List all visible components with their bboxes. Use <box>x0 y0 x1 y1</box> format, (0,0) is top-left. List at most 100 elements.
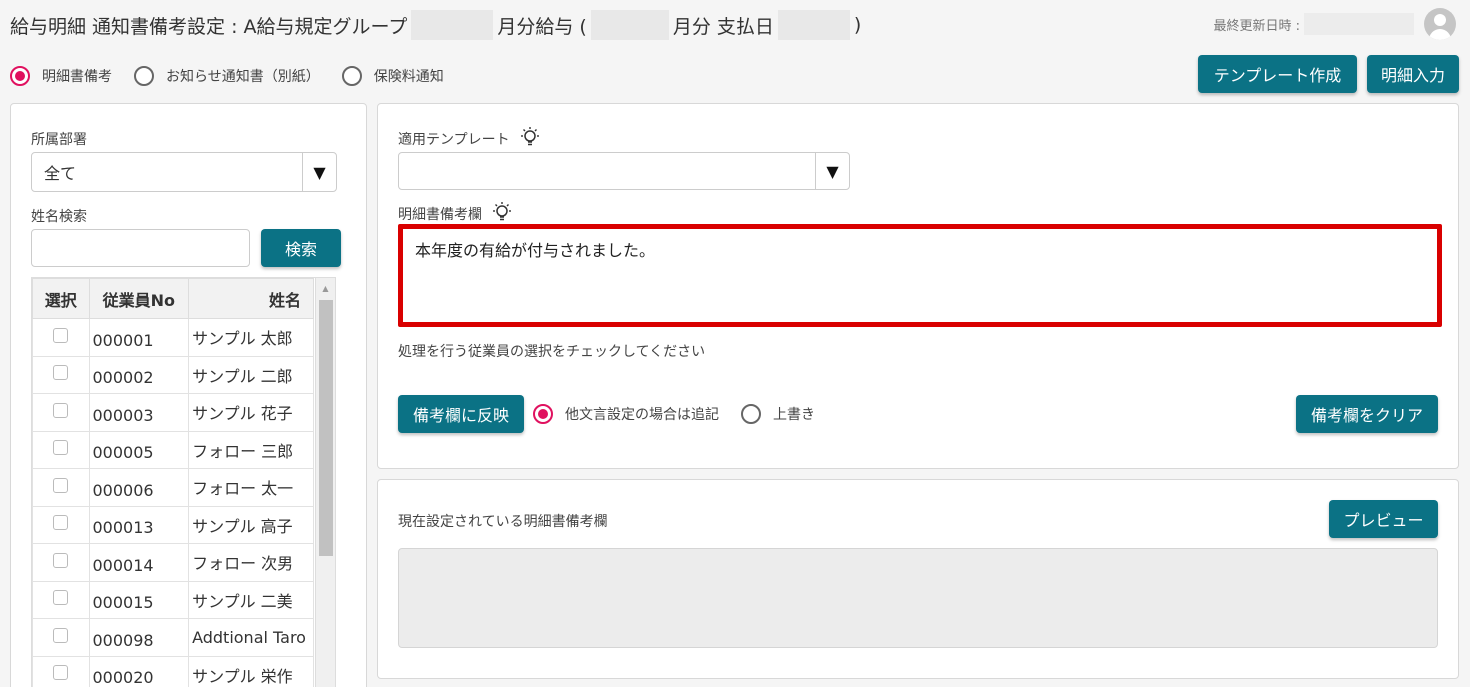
remarks-panel: 適用テンプレート ▼ 明細書備考欄 本年度の有給が付与されました。 処理を行う従… <box>377 103 1459 469</box>
row-select-cell <box>32 505 90 544</box>
mode-option-label: お知らせ通知書（別紙） <box>166 69 320 85</box>
table-scrollbar[interactable]: ▲ <box>315 278 335 687</box>
employee-name-cell: サンプル 二郎 <box>188 355 314 394</box>
employee-name-cell: サンプル 二美 <box>188 580 314 619</box>
scroll-up-icon[interactable]: ▲ <box>316 278 335 298</box>
table-row[interactable]: 000015 サンプル 二美 <box>32 580 314 619</box>
table-row[interactable]: 000013 サンプル 高子 <box>32 505 314 544</box>
employee-name-cell: サンプル 栄作 <box>188 655 314 687</box>
radio-icon[interactable] <box>533 404 553 424</box>
remarks-label-wrap: 明細書備考欄 <box>398 201 514 224</box>
table-row[interactable]: 000014 フォロー 次男 <box>32 543 314 582</box>
employee-name-cell: フォロー 次男 <box>188 543 314 582</box>
employee-no-cell: 000013 <box>88 505 190 544</box>
chevron-down-icon[interactable]: ▼ <box>815 153 849 189</box>
chevron-down-icon[interactable]: ▼ <box>302 153 336 191</box>
row-checkbox[interactable] <box>53 440 69 456</box>
employee-panel: 所属部署 全て ▼ 姓名検索 検索 選択 従業員No 姓名 000001 サンプル… <box>10 103 367 687</box>
employee-no-cell: 000002 <box>88 355 190 394</box>
template-create-button[interactable]: テンプレート作成 <box>1198 55 1357 93</box>
table-row[interactable]: 000020 サンプル 栄作 <box>32 655 314 687</box>
table-header-row: 選択 従業員No 姓名 <box>32 278 314 319</box>
redacted-year <box>411 10 494 40</box>
last-updated-label: 最終更新日時 : <box>1213 18 1300 34</box>
scrollbar-thumb[interactable] <box>319 300 333 556</box>
employee-name-cell: フォロー 三郎 <box>188 430 314 469</box>
current-remarks-panel: 現在設定されている明細書備考欄 プレビュー <box>377 479 1459 679</box>
employee-no-cell: 000005 <box>88 430 190 469</box>
remarks-text: 本年度の有給が付与されました。 <box>415 241 656 260</box>
mode-option-label: 明細書備考 <box>42 69 112 85</box>
employee-name-cell: サンプル 高子 <box>188 505 314 544</box>
row-select-cell <box>32 393 90 432</box>
redacted-month <box>590 10 669 40</box>
title-paren-month: 月分 支払日 <box>672 15 774 38</box>
employee-name-cell: フォロー 太一 <box>188 468 314 507</box>
row-select-cell <box>32 543 90 582</box>
page-title: 給与明細 通知書備考設定 : A給与規定グループ 月分給与 ( 月分 支払日 ) <box>10 8 861 42</box>
row-checkbox[interactable] <box>53 552 69 568</box>
detail-input-button[interactable]: 明細入力 <box>1367 55 1459 93</box>
title-close: ) <box>853 14 862 36</box>
apply-mode-radio-group: 他文言設定の場合は追記 上書き <box>533 404 837 424</box>
row-select-cell <box>32 468 90 507</box>
table-row[interactable]: 000006 フォロー 太一 <box>32 468 314 507</box>
employee-no-cell: 000003 <box>88 393 190 432</box>
last-updated: 最終更新日時 : <box>1213 8 1456 40</box>
instruction-text: 処理を行う従業員の選択をチェックしてください <box>398 344 706 360</box>
redacted-paydate <box>777 10 850 40</box>
apply-remarks-button[interactable]: 備考欄に反映 <box>398 395 524 433</box>
row-select-cell <box>32 318 90 357</box>
preview-button[interactable]: プレビュー <box>1329 500 1438 538</box>
radio-icon[interactable] <box>10 66 30 86</box>
employee-name-cell: サンプル 花子 <box>188 393 314 432</box>
mode-option-insurance[interactable]: 保険料通知 <box>341 66 444 86</box>
employee-no-cell: 000014 <box>88 543 190 582</box>
apply-option-append[interactable]: 他文言設定の場合は追記 <box>533 404 719 424</box>
apply-option-label: 他文言設定の場合は追記 <box>565 407 719 423</box>
row-checkbox[interactable] <box>53 627 69 643</box>
dept-select[interactable]: 全て ▼ <box>31 152 337 192</box>
current-remarks-label: 現在設定されている明細書備考欄 <box>398 514 608 530</box>
employee-table-body: 000001 サンプル 太郎 000002 サンプル 二郎 000003 サンプル 花子 0… <box>32 318 314 687</box>
row-checkbox[interactable] <box>53 365 69 381</box>
lightbulb-icon[interactable] <box>518 126 542 148</box>
row-checkbox[interactable] <box>53 665 69 681</box>
employee-no-cell: 000098 <box>88 618 190 657</box>
table-row[interactable]: 000005 フォロー 三郎 <box>32 430 314 469</box>
radio-icon[interactable] <box>741 404 761 424</box>
column-employee-no[interactable]: 従業員No <box>88 278 190 319</box>
row-checkbox[interactable] <box>53 515 69 531</box>
row-checkbox[interactable] <box>53 327 69 343</box>
table-row[interactable]: 000098 Addtional Taro <box>32 618 314 657</box>
template-select[interactable]: ▼ <box>398 152 850 190</box>
template-label-wrap: 適用テンプレート <box>398 126 542 149</box>
row-select-cell <box>32 618 90 657</box>
apply-option-overwrite[interactable]: 上書き <box>741 404 815 424</box>
row-checkbox[interactable] <box>53 402 69 418</box>
title-prefix: 給与明細 通知書備考設定 : A給与規定グループ <box>10 15 408 38</box>
employee-name-cell: サンプル 太郎 <box>188 318 314 357</box>
search-button[interactable]: 検索 <box>261 229 341 267</box>
user-avatar-icon[interactable] <box>1424 8 1456 40</box>
mode-option-label: 保険料通知 <box>373 69 444 85</box>
radio-icon[interactable] <box>134 66 154 86</box>
employee-no-cell: 000020 <box>88 655 190 687</box>
column-select[interactable]: 選択 <box>32 278 90 319</box>
lightbulb-icon[interactable] <box>490 201 514 223</box>
employee-no-cell: 000001 <box>88 318 190 357</box>
mode-option-remarks[interactable]: 明細書備考 <box>10 66 112 86</box>
table-row[interactable]: 000003 サンプル 花子 <box>32 393 314 432</box>
table-row[interactable]: 000001 サンプル 太郎 <box>32 318 314 357</box>
remarks-textarea[interactable]: 本年度の有給が付与されました。 <box>398 224 1442 327</box>
name-search-input[interactable] <box>31 229 250 267</box>
table-row[interactable]: 000002 サンプル 二郎 <box>32 355 314 394</box>
row-checkbox[interactable] <box>53 477 69 493</box>
remarks-label: 明細書備考欄 <box>398 207 482 223</box>
employee-name-cell: Addtional Taro <box>188 618 314 657</box>
row-checkbox[interactable] <box>53 590 69 606</box>
mode-option-notice[interactable]: お知らせ通知書（別紙） <box>134 66 320 86</box>
radio-icon[interactable] <box>341 66 362 86</box>
clear-remarks-button[interactable]: 備考欄をクリア <box>1296 395 1438 433</box>
column-name[interactable]: 姓名 <box>188 278 314 319</box>
